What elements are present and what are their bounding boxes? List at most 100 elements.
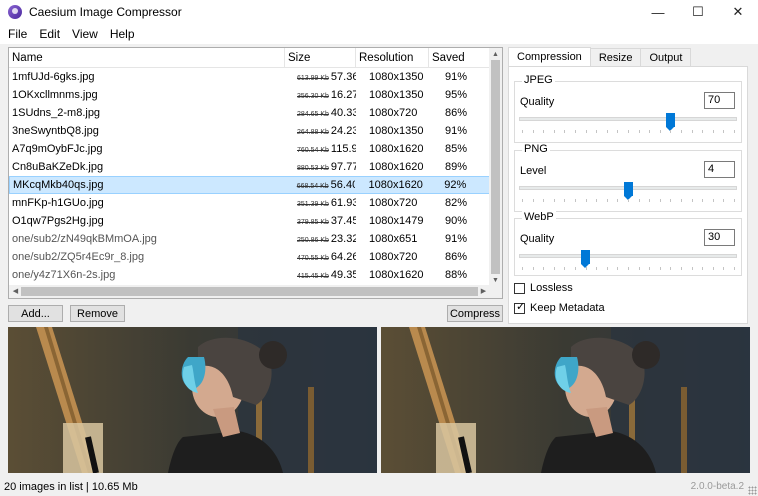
webp-quality-spinbox[interactable]: 30 bbox=[704, 229, 735, 246]
column-header-name[interactable]: Name bbox=[9, 48, 285, 68]
webp-quality-slider-track[interactable] bbox=[519, 254, 737, 258]
file-resolution-cell: 1080x720 bbox=[369, 107, 418, 119]
original-size-text: 284.65 Kb bbox=[297, 111, 329, 118]
file-saved-cell: 86% bbox=[445, 107, 468, 119]
table-row[interactable]: one/y4z71X6n-2s.jpg 415.45 Kb 49.35 1080x16… bbox=[9, 266, 490, 284]
table-row[interactable]: 1mfUJd-6gks.jpg 613.99 Kb 57.36 1080x1350 91… bbox=[9, 68, 490, 86]
file-saved-cell: 90% bbox=[445, 215, 468, 227]
slider-tick bbox=[659, 130, 661, 133]
slider-tick bbox=[543, 130, 545, 133]
column-header-resolution[interactable]: Resolution bbox=[356, 48, 429, 68]
table-row[interactable]: 1SUdns_2-m8.jpg 284.65 Kb 40.33 1080x720 86% bbox=[9, 104, 490, 122]
slider-tick bbox=[638, 130, 640, 133]
file-saved-cell: 85% bbox=[445, 143, 468, 155]
slider-tick bbox=[691, 199, 693, 202]
resize-grip-icon[interactable] bbox=[748, 486, 757, 495]
original-size-text: 356.30 Kb bbox=[297, 93, 329, 100]
menu-edit[interactable]: Edit bbox=[33, 27, 66, 41]
compressed-size-text: 56.40 bbox=[330, 179, 356, 191]
title-bar: Caesium Image Compressor — ☐ ✕ bbox=[0, 0, 758, 24]
original-preview-photo bbox=[8, 327, 377, 473]
tab-output[interactable]: Output bbox=[640, 48, 692, 66]
slider-tick bbox=[574, 267, 576, 270]
table-row[interactable]: Cn8uBaKZeDk.jpg 880.53 Kb 97.77 1080x1620 89… bbox=[9, 158, 490, 176]
webp-group: WebP Quality 30 bbox=[514, 211, 742, 276]
slider-tick bbox=[733, 199, 735, 202]
file-name-cell: 1SUdns_2-m8.jpg bbox=[12, 107, 101, 119]
status-text: 20 images in list | 10.65 Mb bbox=[4, 481, 138, 493]
table-row[interactable]: 3neSwyntbQ8.jpg 264.88 Kb 24.23 1080x1350 91… bbox=[9, 122, 490, 140]
add-button[interactable]: Add... bbox=[8, 305, 63, 322]
slider-tick bbox=[723, 199, 725, 202]
slider-tick bbox=[522, 130, 523, 133]
file-list-vertical-scrollbar[interactable]: ▲ ▼ bbox=[489, 48, 502, 286]
slider-tick bbox=[617, 267, 619, 270]
close-button[interactable]: ✕ bbox=[718, 0, 758, 24]
table-row[interactable]: mnFKp-h1GUo.jpg 351.39 Kb 61.93 1080x720 82% bbox=[9, 194, 490, 212]
slider-tick bbox=[532, 267, 534, 270]
column-header-size[interactable]: Size bbox=[285, 48, 356, 68]
file-size-cell: 668.54 Kb 56.40 bbox=[285, 179, 356, 191]
compressed-size-text: 37.45 bbox=[330, 215, 356, 227]
lossless-checkbox-row[interactable]: Lossless bbox=[514, 282, 573, 294]
original-size-text: 264.88 Kb bbox=[297, 129, 329, 136]
file-name-cell: one/sub2/ZQ5r4Ec9r_8.jpg bbox=[12, 251, 145, 263]
table-row[interactable]: A7q9mOybFJc.jpg 760.54 Kb115.96 1080x1620 8… bbox=[9, 140, 490, 158]
table-row[interactable]: 1OKxcllmnms.jpg 356.30 Kb 16.27 1080x1350 95… bbox=[9, 86, 490, 104]
minimize-button[interactable]: — bbox=[638, 0, 678, 24]
vertical-scroll-thumb[interactable] bbox=[491, 60, 500, 274]
maximize-button[interactable]: ☐ bbox=[678, 0, 718, 24]
file-saved-cell: 88% bbox=[445, 269, 468, 281]
slider-tick bbox=[659, 199, 661, 202]
slider-tick bbox=[702, 267, 704, 270]
menu-view[interactable]: View bbox=[66, 27, 104, 41]
jpeg-quality-slider-handle[interactable] bbox=[666, 113, 675, 131]
file-saved-cell: 95% bbox=[445, 89, 468, 101]
slider-tick bbox=[702, 199, 704, 202]
file-list-horizontal-scrollbar[interactable]: ◀ ▶ bbox=[9, 285, 490, 298]
png-level-slider-handle[interactable] bbox=[624, 182, 633, 200]
file-resolution-cell: 1080x720 bbox=[369, 251, 418, 263]
webp-quality-slider-handle[interactable] bbox=[581, 250, 590, 268]
tab-compression[interactable]: Compression bbox=[508, 47, 591, 66]
remove-button[interactable]: Remove bbox=[70, 305, 125, 322]
horizontal-scroll-thumb[interactable] bbox=[21, 287, 478, 296]
table-row[interactable]: one/sub2/ZQ5r4Ec9r_8.jpg 470.55 Kb 64.26 10… bbox=[9, 248, 490, 266]
original-size-text: 250.86 Kb bbox=[297, 237, 329, 244]
file-list-body: 1mfUJd-6gks.jpg 613.99 Kb 57.36 1080x1350 91… bbox=[9, 68, 490, 284]
slider-tick bbox=[712, 267, 714, 270]
tab-resize[interactable]: Resize bbox=[589, 48, 642, 66]
menu-file[interactable]: File bbox=[2, 27, 33, 41]
slider-tick bbox=[680, 130, 682, 133]
file-size-cell: 356.30 Kb 16.27 bbox=[285, 89, 356, 101]
table-row[interactable]: MKcqMkb40qs.jpg 668.54 Kb 56.40 1080x1620 92… bbox=[9, 176, 490, 194]
slider-tick bbox=[649, 267, 651, 270]
menu-help[interactable]: Help bbox=[104, 27, 141, 41]
file-resolution-cell: 1080x1479 bbox=[369, 215, 424, 227]
app-logo-icon bbox=[8, 5, 22, 19]
png-level-label: Level bbox=[520, 165, 547, 177]
jpeg-quality-spinbox[interactable]: 70 bbox=[704, 92, 735, 109]
keep-metadata-checkbox[interactable]: ✓ bbox=[514, 301, 525, 314]
slider-tick bbox=[638, 267, 640, 270]
slider-tick bbox=[553, 130, 555, 133]
file-saved-cell: 91% bbox=[445, 233, 468, 245]
png-level-spinbox[interactable]: 4 bbox=[704, 161, 735, 178]
slider-tick bbox=[617, 130, 619, 133]
original-size-text: 379.85 Kb bbox=[297, 219, 329, 226]
jpeg-quality-slider-track[interactable] bbox=[519, 117, 737, 121]
table-row[interactable]: one/sub2/zN49qkBMmOA.jpg 250.86 Kb 23.32 10… bbox=[9, 230, 490, 248]
column-header-saved[interactable]: Saved bbox=[429, 48, 490, 68]
image-file-list[interactable]: Name Size Resolution Saved 1mfUJd-6gks.j… bbox=[8, 47, 503, 299]
webp-group-title: WebP bbox=[522, 211, 556, 223]
file-name-cell: 1OKxcllmnms.jpg bbox=[12, 89, 98, 101]
compression-panel: JPEG Quality 70 PNG Level 4 WebP Quality… bbox=[508, 66, 748, 324]
table-row[interactable]: O1qw7Pgs2Hg.jpg 379.85 Kb 37.45 1080x1479 90… bbox=[9, 212, 490, 230]
scroll-up-icon[interactable]: ▲ bbox=[489, 48, 502, 60]
slider-tick bbox=[702, 130, 704, 133]
keep-metadata-checkbox-row[interactable]: ✓ Keep Metadata bbox=[514, 301, 605, 314]
png-group-title: PNG bbox=[522, 143, 550, 155]
compress-button[interactable]: Compress bbox=[447, 305, 503, 322]
lossless-checkbox[interactable] bbox=[514, 282, 525, 294]
compressed-size-text: 57.36 bbox=[330, 71, 356, 83]
